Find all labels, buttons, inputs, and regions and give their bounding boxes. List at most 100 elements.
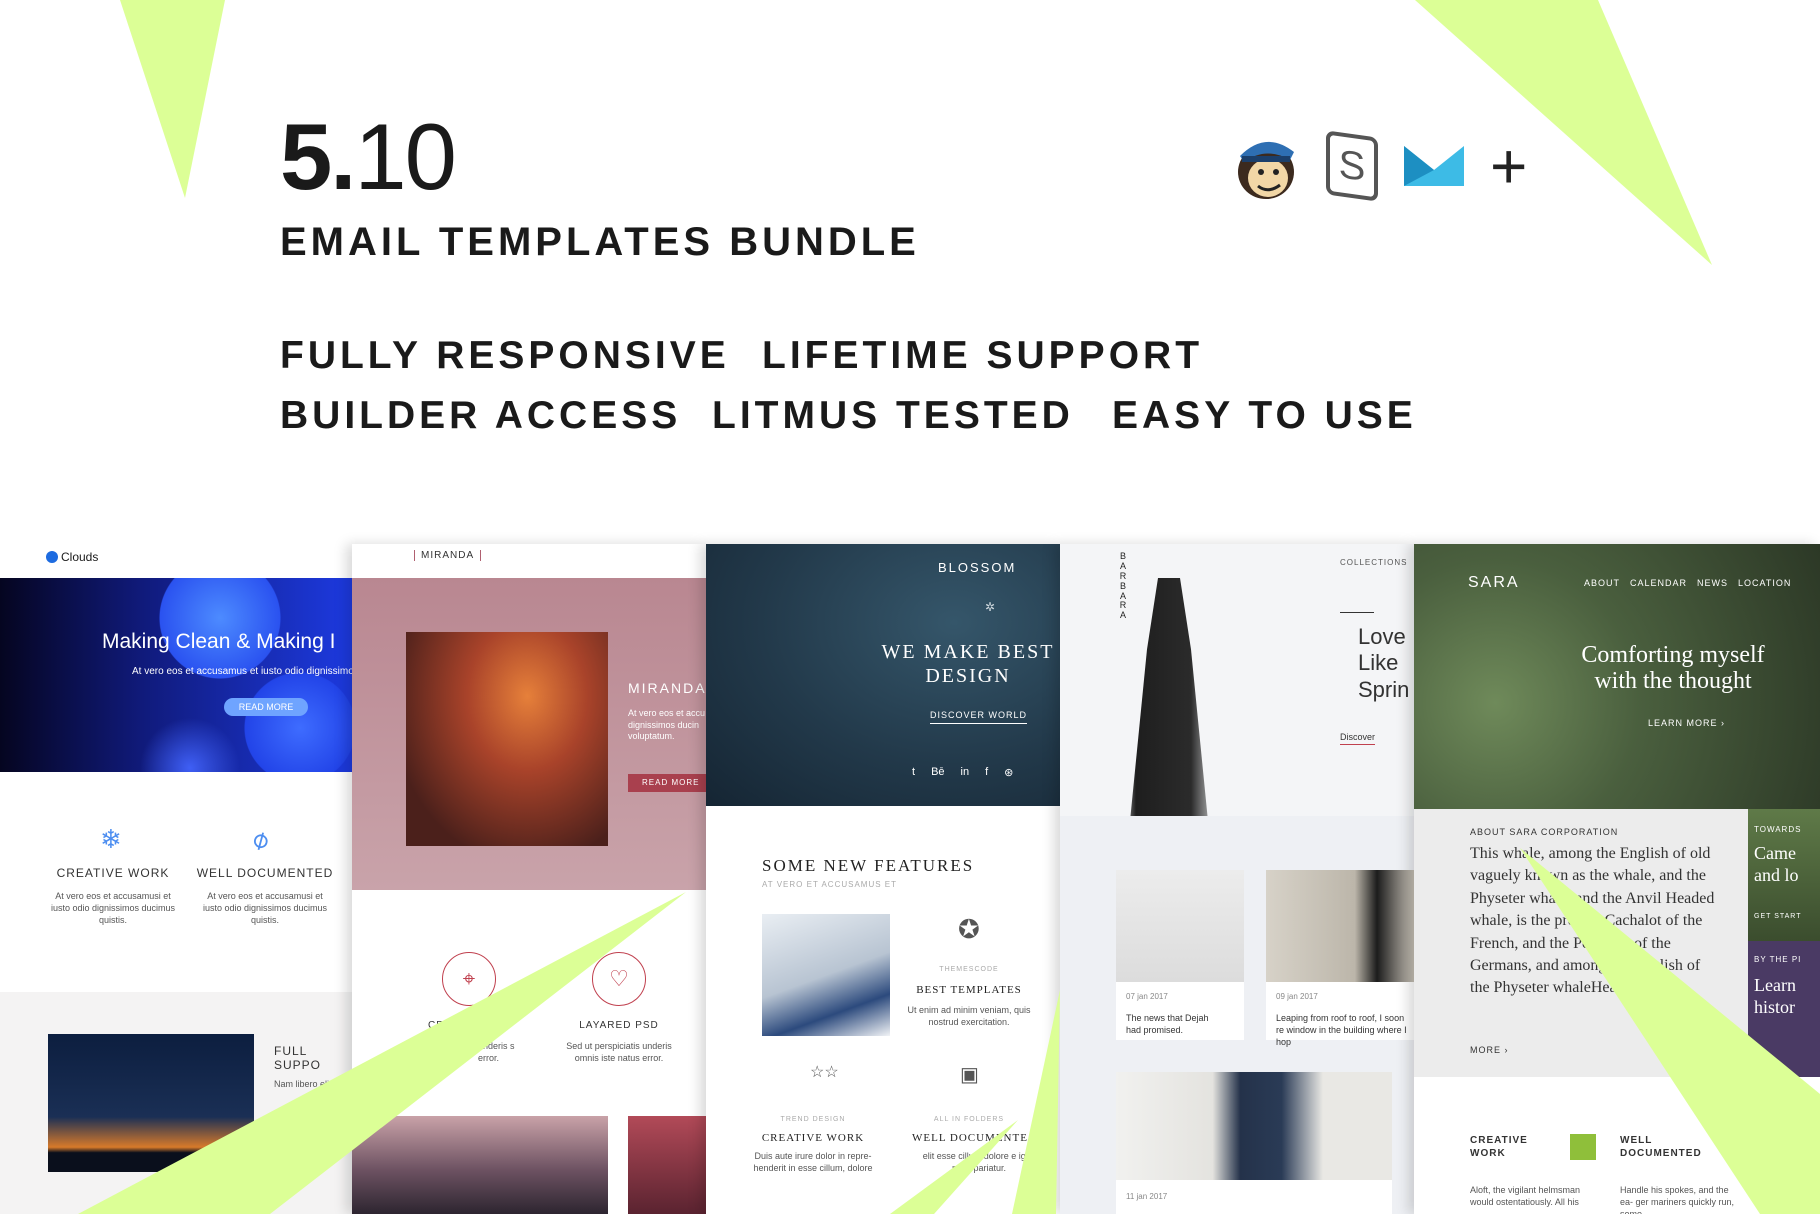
clouds-logo: Clouds <box>46 550 98 564</box>
sara-nav: ABOUT CALENDAR NEWS LOCATION <box>1584 578 1791 588</box>
balloon-icon: ♡ <box>592 952 646 1006</box>
blossom-leaf-icon: ✲ <box>985 600 996 614</box>
behance-icon[interactable]: Bē <box>931 766 944 779</box>
bundle-version: 5.10 <box>280 110 457 204</box>
bar-nav-collections[interactable]: COLLECTIONS <box>1340 558 1407 567</box>
clouds-read-more-button[interactable]: READ MORE <box>224 698 308 716</box>
blossom-section-title: SOME NEW FEATURES <box>762 856 975 875</box>
sara-side2-title: Learn histor <box>1754 975 1796 1017</box>
template-preview-sara[interactable]: SARA ABOUT CALENDAR NEWS LOCATION Comfor… <box>1414 544 1820 1214</box>
bar-post2-image <box>1266 870 1414 982</box>
sara-feat3-text: To the there w <box>1768 1185 1816 1208</box>
sara-feat2-title: WELL DOCUMENTED <box>1620 1135 1702 1159</box>
sara-nav-about[interactable]: ABOUT <box>1584 578 1620 588</box>
paperclip-icon: ⌀ <box>245 822 274 856</box>
blossom-card1-title: BEST TEMPLATES <box>916 984 1022 996</box>
miranda-feature1-title: CR <box>428 1020 445 1031</box>
sara-nav-location[interactable]: LOCATION <box>1738 578 1791 588</box>
clouds-feature1-title: CREATIVE WORK <box>56 866 170 880</box>
sara-side2-kicker: BY THE PI <box>1754 955 1802 964</box>
miranda-feature2-text: Sed ut perspiciatis underis omnis iste n… <box>566 1041 672 1064</box>
clouds-feature2-text: At vero eos et accusamusi et iusto odio … <box>202 891 328 926</box>
blossom-card2-kicker: TREND DESIGN <box>780 1116 846 1123</box>
bar-post1-card[interactable]: 07 jan 2017 The news that Dejah had prom… <box>1116 870 1244 1040</box>
bar-post3-date: 11 jan 2017 <box>1126 1192 1168 1201</box>
bar-post3-card[interactable]: 11 jan 2017 <box>1116 1072 1392 1214</box>
service-icons: S + <box>1230 126 1527 206</box>
bar-post3-image <box>1116 1072 1392 1180</box>
sara-hero-title: Comforting myself with the thought <box>1581 642 1765 695</box>
bar-hero: B A R B A R A COLLECTIONS Love Like Spri… <box>1060 544 1414 816</box>
miranda-logo: MIRANDA <box>414 550 482 561</box>
sara-side-kicker: TOWARDS <box>1754 825 1802 834</box>
sara-learn-more-link[interactable]: LEARN MORE › <box>1648 718 1725 728</box>
bundle-title: EMAIL TEMPLATES BUNDLE <box>280 220 920 264</box>
miranda-hero-text: At vero eos et accu dignissimos ducin vo… <box>628 708 706 742</box>
blossom-card3-title: WELL DOCUMENTE <box>912 1132 1028 1144</box>
badge-icon: ▣ <box>960 1064 979 1086</box>
miranda-feature2-title: LAYARED PSD <box>579 1020 659 1031</box>
sara-nav-calendar[interactable]: CALENDAR <box>1630 578 1687 588</box>
sara-about-kicker: ABOUT SARA CORPORATION <box>1470 827 1619 837</box>
miranda-flower-image <box>628 1116 706 1214</box>
sara-feat1-icon <box>1570 1134 1596 1160</box>
linkedin-icon[interactable]: in <box>961 766 970 779</box>
bar-post2-card[interactable]: 09 jan 2017 Leaping from roof to roof, I… <box>1266 870 1414 1047</box>
bar-post1-image <box>1116 870 1244 982</box>
clouds-hero-title: Making Clean & Making I <box>102 630 336 653</box>
feature-litmus-tested: LITMUS TESTED <box>712 394 1074 437</box>
sara-side-title: Came and lo <box>1754 843 1799 885</box>
stampready-icon: S <box>1326 130 1378 202</box>
dribbble-icon[interactable]: ⊛ <box>1004 766 1013 779</box>
blossom-card2-title: CREATIVE WORK <box>761 1132 865 1144</box>
blossom-card1-kicker: THEMESCODE <box>939 966 999 973</box>
miranda-hero-title: MIRANDA <box>628 680 706 696</box>
shard-top-left <box>120 0 225 198</box>
blossom-hero-title: WE MAKE BEST DESIGN <box>881 641 1055 687</box>
sara-side-card-2: BY THE PI Learn histor <box>1748 941 1820 1077</box>
decorative-shards-back <box>120 0 1712 265</box>
blossom-card3-text: elit esse cillum dolore e igiat nulla pa… <box>922 1151 1036 1174</box>
bar-hero-divider <box>1340 612 1374 613</box>
bar-model-image <box>1130 578 1208 816</box>
miranda-hero: MIRANDA At vero eos et accu dignissimos … <box>352 578 706 890</box>
snowflake-icon: ❄ <box>100 824 122 854</box>
campaign-monitor-icon <box>1404 146 1464 186</box>
sara-logo: SARA <box>1468 574 1520 591</box>
plus-icon: + <box>1490 130 1528 202</box>
blossom-card2-text: Duis aute irure dolor in repre- henderit… <box>753 1151 873 1174</box>
blossom-discover-link[interactable]: DISCOVER WORLD <box>930 710 1028 724</box>
blossom-card3-kicker: ALL IN FOLDERS <box>933 1116 1005 1123</box>
feature-easy-to-use: EASY TO USE <box>1112 394 1417 437</box>
sara-more-link[interactable]: MORE › <box>1470 1045 1509 1055</box>
feature-fully-responsive: FULLY RESPONSIVE <box>280 334 730 377</box>
sara-feat1-text: Aloft, the vigilant helmsman would osten… <box>1470 1185 1581 1208</box>
bar-discover-link[interactable]: Discover <box>1340 732 1376 745</box>
clover-icon: ♣ <box>1720 1130 1738 1160</box>
miranda-mountain-image <box>352 1116 608 1214</box>
template-preview-blossom[interactable]: BLOSSOM ✲ WE MAKE BEST DESIGN DISCOVER W… <box>706 544 1060 1214</box>
award-icon: ✪ <box>958 914 980 944</box>
feature-lifetime-support: LIFETIME SUPPORT <box>762 334 1204 377</box>
clouds-hero: Making Clean & Making I At vero eos et a… <box>0 578 352 772</box>
miranda-read-more-button[interactable]: READ MORE <box>628 774 706 792</box>
sara-side-card: TOWARDS Came and lo GET START <box>1748 809 1820 941</box>
blossom-social-row: t Bē in f ⊛ <box>912 766 1013 779</box>
template-preview-miranda[interactable]: MIRANDA MIRANDA At vero eos et accu dign… <box>352 544 706 1214</box>
version-major: 5. <box>280 104 356 209</box>
sara-side-cta[interactable]: GET START <box>1754 913 1802 920</box>
facebook-icon[interactable]: f <box>985 766 988 779</box>
bar-hero-title: Love Like Sprin <box>1358 624 1410 702</box>
bar-post2-text: Leaping from roof to roof, I soon re win… <box>1276 1013 1407 1048</box>
template-preview-clouds[interactable]: Clouds Making Clean & Making I At vero e… <box>0 544 352 1214</box>
sara-nav-news[interactable]: NEWS <box>1697 578 1728 588</box>
version-minor: 10 <box>354 104 457 209</box>
twitter-icon[interactable]: t <box>912 766 915 779</box>
clouds-support-text: Nam libero elig <box>274 1079 335 1089</box>
blossom-hero: BLOSSOM ✲ WE MAKE BEST DESIGN DISCOVER W… <box>706 544 1060 806</box>
sara-feat1-title: CREATIVE WORK <box>1470 1135 1528 1159</box>
miranda-feature1-text: underis s error. <box>478 1041 515 1064</box>
blossom-section-sub: AT VERO ET ACCUSAMUS ET <box>762 880 898 889</box>
sara-about-text: This whale, among the English of old vag… <box>1470 845 1715 997</box>
template-preview-barbara[interactable]: B A R B A R A COLLECTIONS Love Like Spri… <box>1060 544 1414 1214</box>
